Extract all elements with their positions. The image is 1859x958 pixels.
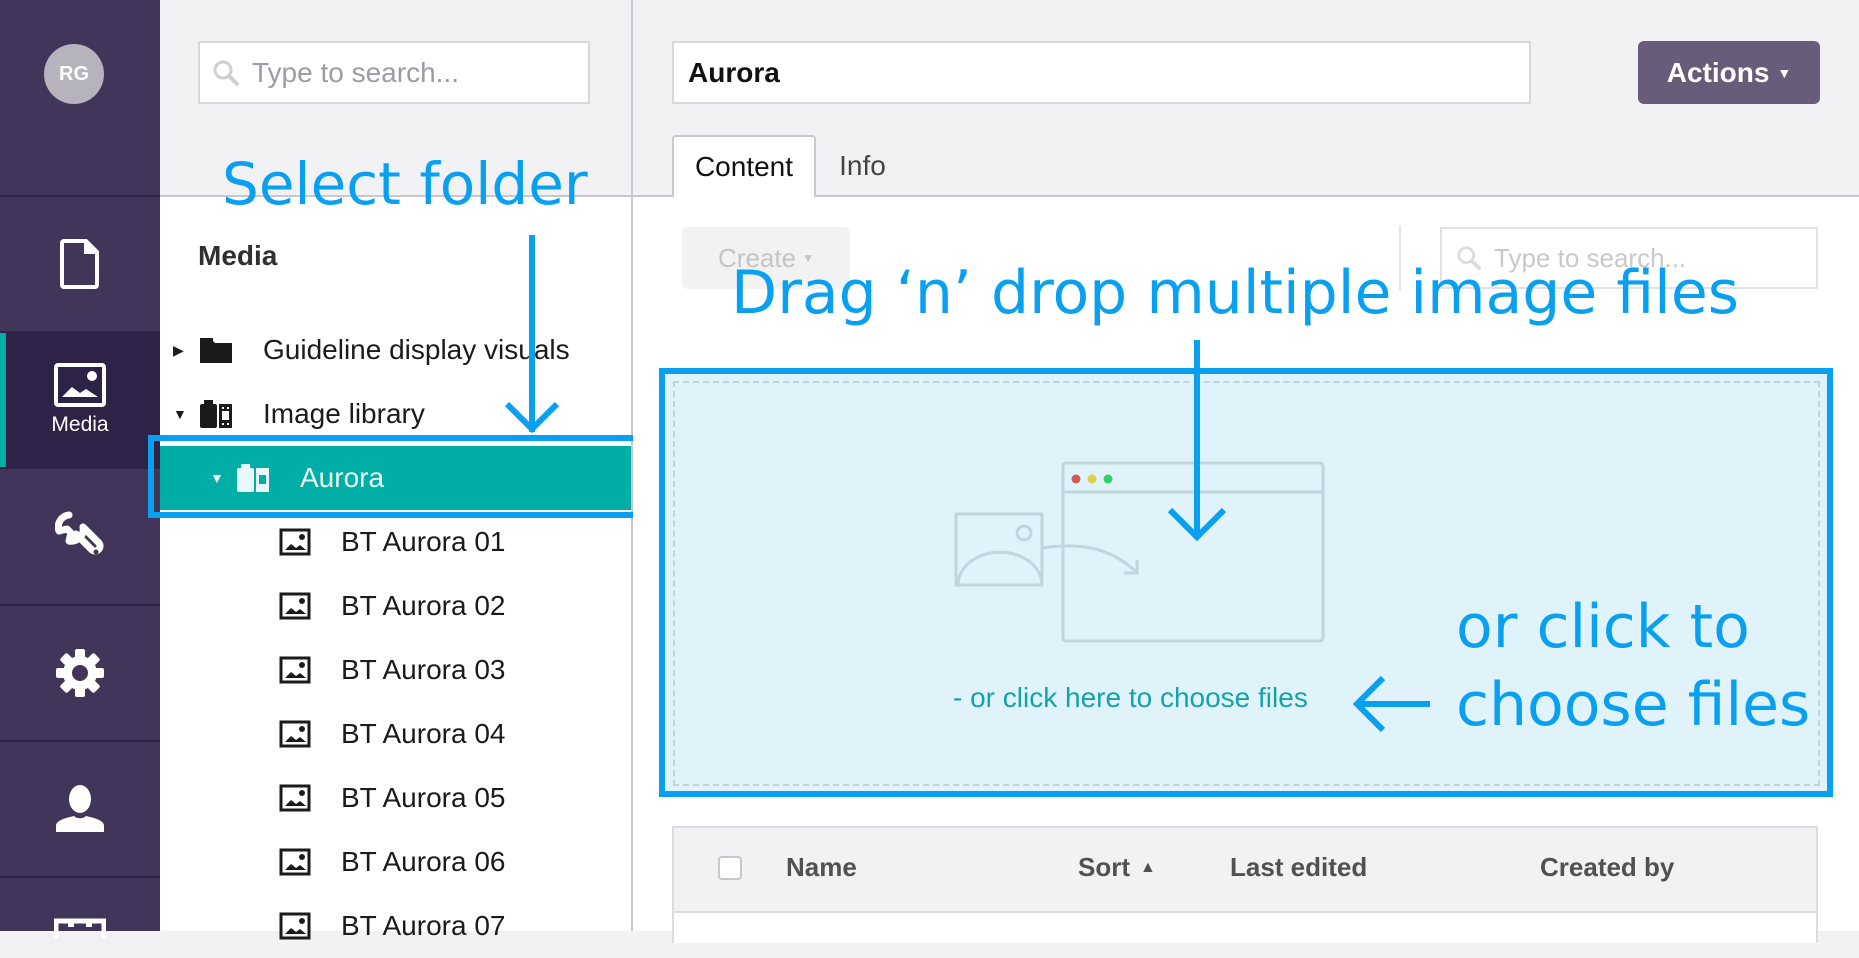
user-icon [56, 785, 104, 832]
image-icon [279, 592, 311, 620]
tab-info[interactable]: Info [825, 135, 900, 197]
search-icon [213, 60, 239, 86]
tree-section-title: Media [198, 240, 278, 271]
annotation-line: or click to [1456, 592, 1750, 662]
image-icon [279, 528, 311, 556]
document-icon [60, 239, 99, 289]
tree-item-label: BT Aurora 05 [341, 782, 506, 813]
tree-item[interactable]: BT Aurora 02 [160, 574, 631, 638]
media-folder-icon [200, 400, 232, 428]
tree-item[interactable]: BT Aurora 03 [160, 638, 631, 702]
nav-item-media[interactable]: Media [0, 333, 160, 467]
actions-button[interactable]: Actions ▼ [1638, 41, 1820, 104]
tree-search-input[interactable]: Type to search... [198, 41, 590, 104]
annotation-select-folder: Select folder [222, 150, 588, 218]
tree-item-label: BT Aurora 06 [341, 846, 506, 877]
caret-down-icon[interactable]: ▼ [173, 406, 187, 422]
actions-label: Actions [1666, 56, 1770, 88]
annotation-line: choose files [1456, 670, 1811, 740]
tab-content[interactable]: Content [672, 135, 816, 197]
tree-item-label: BT Aurora 03 [341, 654, 506, 685]
caret-down-icon: ▼ [1777, 64, 1792, 81]
tree-item-label: Image library [263, 398, 425, 429]
select-all-checkbox[interactable] [718, 856, 742, 880]
form-icon [54, 918, 106, 938]
tree-item[interactable]: BT Aurora 01 [160, 510, 631, 574]
nav-item-users[interactable] [0, 742, 160, 876]
tree-item[interactable]: BT Aurora 07 [160, 894, 631, 958]
node-name-input[interactable]: Aurora [672, 41, 1531, 104]
gear-icon [56, 649, 104, 697]
tree-panel: Type to search... Media ▶ Guideline disp… [148, 0, 641, 941]
image-icon [279, 784, 311, 812]
nav-item-settings-tools[interactable] [0, 469, 160, 603]
nav-item-label: Media [51, 413, 109, 436]
annotation-drag-drop: Drag ‘n’ drop multiple image files [731, 258, 1740, 328]
column-header-created-by[interactable]: Created by [1540, 852, 1674, 883]
tree-item[interactable]: BT Aurora 05 [160, 766, 631, 830]
image-icon [279, 656, 311, 684]
main-navigation: RG Media [0, 0, 160, 938]
nav-item-content[interactable] [0, 197, 160, 331]
search-placeholder: Type to search... [252, 56, 459, 88]
tree-item-label: BT Aurora 04 [341, 718, 506, 749]
table-body [672, 913, 1818, 943]
choose-files-link[interactable]: - or click here to choose files [953, 682, 1308, 714]
image-icon [279, 848, 311, 876]
image-icon [279, 720, 311, 748]
nav-item-forms[interactable] [0, 878, 160, 938]
annotation-highlight-box [148, 435, 641, 518]
tree-item[interactable]: ▶ Guideline display visuals [160, 318, 631, 382]
drag-drop-illustration [954, 461, 1325, 643]
tree-item-label: BT Aurora 01 [341, 526, 506, 557]
column-header-last-edited[interactable]: Last edited [1230, 852, 1367, 883]
image-icon [279, 912, 311, 940]
tree-item-label: BT Aurora 07 [341, 910, 506, 941]
annotation-click-to-choose: or click to choose files [1456, 588, 1810, 744]
sort-label: Sort [1078, 852, 1130, 882]
tree-item-label: Guideline display visuals [263, 334, 570, 365]
column-header-sort[interactable]: Sort ▲ [1078, 852, 1156, 883]
sort-ascending-icon: ▲ [1140, 858, 1156, 876]
caret-right-icon[interactable]: ▶ [173, 342, 187, 359]
avatar[interactable]: RG [44, 44, 104, 104]
folder-icon [200, 338, 232, 363]
tree-item[interactable]: BT Aurora 04 [160, 702, 631, 766]
tree-item[interactable]: BT Aurora 06 [160, 830, 631, 894]
tree-item-label: BT Aurora 02 [341, 590, 506, 621]
column-header-name[interactable]: Name [786, 852, 857, 883]
wrench-icon [55, 511, 104, 555]
image-icon [54, 363, 106, 407]
nav-item-settings[interactable] [0, 606, 160, 740]
